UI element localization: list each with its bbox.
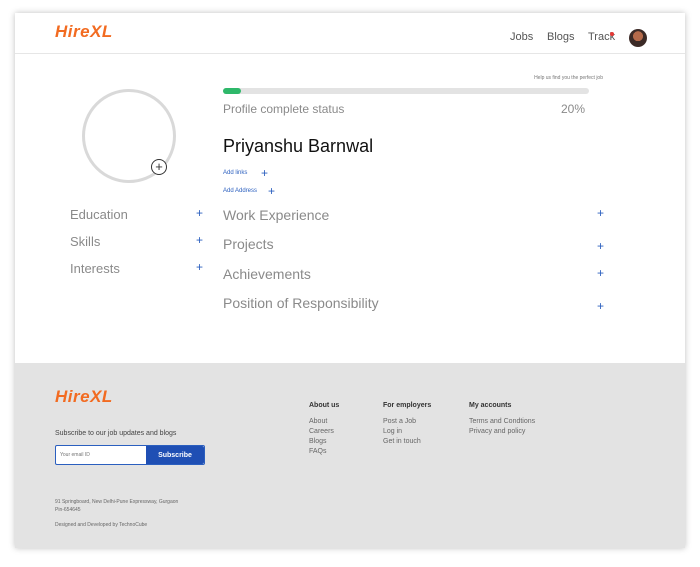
user-avatar-icon[interactable] [629,29,647,47]
profile-progress-fill [223,88,241,94]
add-links-plus-icon[interactable]: + [261,166,268,180]
profile-status-percent: 20% [560,102,585,116]
footer-link-blogs[interactable]: Blogs [309,438,327,445]
add-address-link[interactable]: Add Address [223,188,257,194]
profile-progress-bar [223,88,589,94]
footer-link-login[interactable]: Log in [383,428,402,435]
section-work-experience: Work Experience [223,207,330,223]
add-skills-plus-icon[interactable]: + [196,233,203,247]
section-projects: Projects [223,236,274,252]
footer-col-accounts-title: My accounts [469,402,512,409]
section-achievements: Achievements [223,266,311,282]
footer-col-employers-title: For employers [383,402,432,409]
add-links-link[interactable]: Add links [223,170,247,176]
subscribe-form: Subscribe [55,445,205,465]
footer-link-about[interactable]: About [309,418,327,425]
add-address-plus-icon[interactable]: + [268,184,275,198]
nav-blogs-link[interactable]: Blogs [547,31,575,43]
address-line-2: Pin-654645 [55,507,81,513]
footer-link-post-job[interactable]: Post a Job [383,418,416,425]
footer-link-faqs[interactable]: FAQs [309,448,327,455]
sidebar-item-education: Education [70,207,128,222]
subscribe-button[interactable]: Subscribe [146,446,204,464]
top-navigation-bar: HireXL Jobs Blogs Track [15,13,685,54]
add-achievements-plus-icon[interactable]: + [597,266,604,280]
footer-link-terms[interactable]: Terms and Condtions [469,418,535,425]
address-line-1: 91 Springboard, New Delhi-Pune Expresswa… [55,499,179,505]
footer-link-careers[interactable]: Careers [309,428,334,435]
section-position-of-responsibility: Position of Responsibility [223,295,379,311]
sidebar-item-interests: Interests [70,261,120,276]
sidebar-item-skills: Skills [70,234,101,249]
add-interests-plus-icon[interactable]: + [196,260,203,274]
footer-credits: Designed and Developed by TechnoCube [55,522,148,528]
add-position-plus-icon[interactable]: + [597,299,604,313]
email-input[interactable] [56,446,150,464]
profile-status-label: Profile complete status [223,102,345,116]
footer-link-privacy[interactable]: Privacy and policy [469,428,525,435]
footer: HireXL Subscribe to our job updates and … [15,363,685,548]
footer-address: 91 Springboard, New Delhi-Pune Expresswa… [55,498,215,514]
profile-name: Priyanshu Barnwal [223,136,374,156]
add-projects-plus-icon[interactable]: + [597,239,604,253]
page-card: HireXL Jobs Blogs Track + Help us find y… [15,13,685,548]
add-work-experience-plus-icon[interactable]: + [597,206,604,220]
nav-jobs-link[interactable]: Jobs [510,31,533,43]
footer-col-about-title: About us [309,402,340,409]
brand-logo[interactable]: HireXL [55,22,113,42]
notification-dot-icon [610,32,614,36]
add-photo-plus-icon[interactable]: + [151,159,167,175]
add-education-plus-icon[interactable]: + [196,206,203,220]
footer-brand-logo[interactable]: HireXL [55,387,113,407]
footer-link-get-in-touch[interactable]: Get in touch [383,438,421,445]
progress-hint-text: Help us find you the perfect job [534,75,603,81]
subscribe-text: Subscribe to our job updates and blogs [55,430,177,437]
